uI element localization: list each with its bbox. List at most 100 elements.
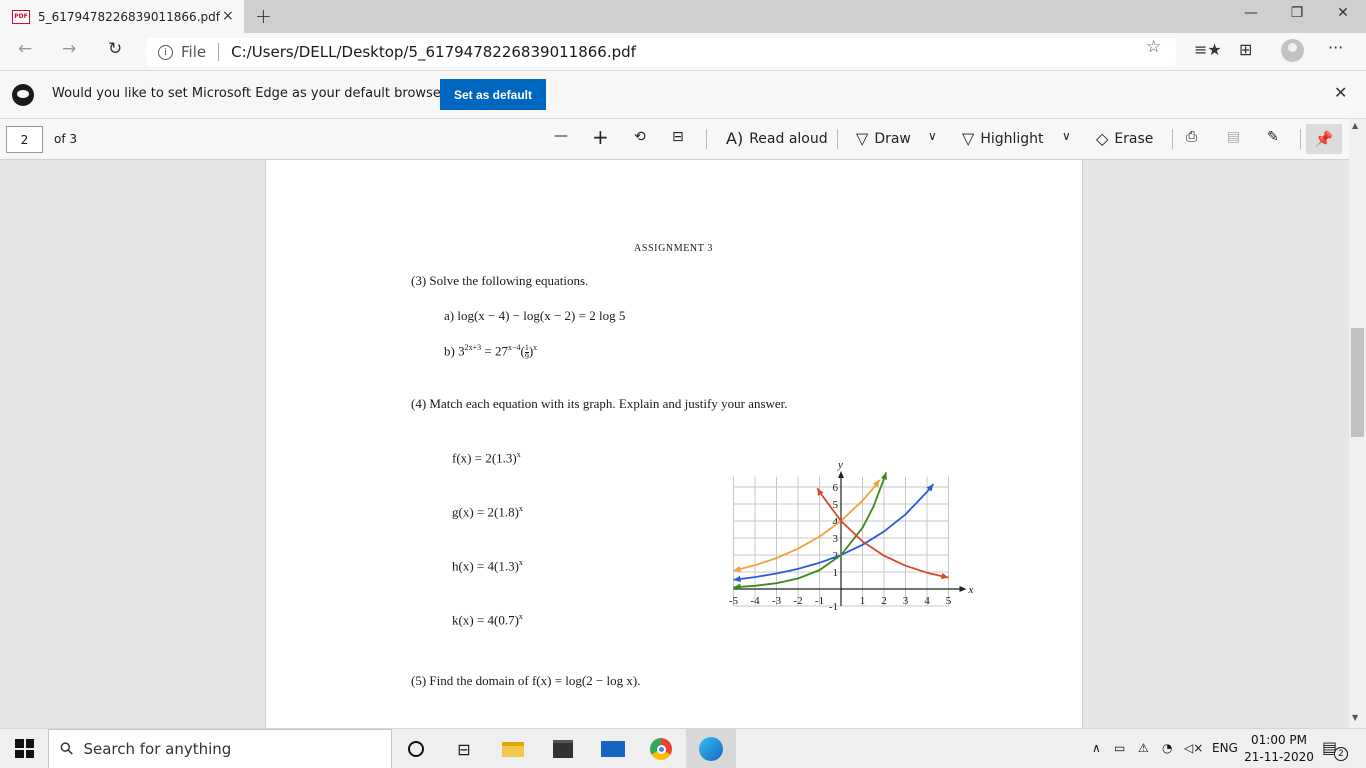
store-icon[interactable]: [550, 736, 576, 762]
read-aloud-icon: A): [726, 129, 744, 148]
y-axis-label: y: [837, 459, 843, 471]
scrollbar-thumb[interactable]: [1351, 328, 1364, 437]
highlight-button[interactable]: ▽ Highlight: [962, 129, 1044, 148]
zoom-in-button[interactable]: +: [592, 125, 609, 149]
info-icon[interactable]: i: [158, 44, 173, 60]
highlight-chevron-down-icon[interactable]: ∨: [1062, 129, 1071, 143]
back-icon[interactable]: ←: [18, 39, 32, 59]
function-h: h(x) = 4(1.3)x: [452, 558, 523, 574]
clock-time: 01:00 PM: [1251, 733, 1307, 747]
close-tab-icon[interactable]: ×: [222, 8, 234, 24]
function-k: k(x) = 4(0.7)x: [452, 612, 523, 628]
q3b-mid: = 27: [481, 343, 508, 359]
chrome-icon[interactable]: [648, 736, 674, 762]
wifi-icon[interactable]: ◔: [1162, 741, 1172, 755]
function-k-exponent: x: [518, 612, 523, 621]
edge-taskbar-icon[interactable]: [686, 729, 736, 768]
fit-page-icon[interactable]: ⊟: [672, 129, 684, 145]
function-f-exponent: x: [516, 450, 521, 459]
read-aloud-label: Read aloud: [749, 130, 828, 147]
language-indicator[interactable]: ENG: [1212, 741, 1238, 755]
show-hidden-icons-icon[interactable]: ∧: [1092, 741, 1101, 755]
draw-chevron-down-icon[interactable]: ∨: [928, 129, 937, 143]
x-tick-label: 5: [946, 595, 952, 607]
more-options-icon[interactable]: ···: [1328, 38, 1343, 57]
close-infobar-icon[interactable]: ✕: [1334, 83, 1347, 102]
task-view-icon[interactable]: ⊟: [451, 736, 477, 762]
highlight-label: Highlight: [980, 130, 1044, 147]
page-number-input[interactable]: 2: [6, 126, 43, 153]
windows-start-icon[interactable]: [15, 739, 34, 758]
y-tick-label: 6: [833, 482, 839, 494]
x-tick-label: 3: [903, 595, 909, 607]
favorite-star-icon[interactable]: ☆: [1146, 37, 1161, 57]
tab-pdf[interactable]: PDF 5_6179478226839011866.pdf ×: [0, 0, 244, 33]
default-browser-infobar: Would you like to set Microsoft Edge as …: [0, 71, 1366, 119]
edge-logo-icon: [12, 84, 34, 106]
function-f: f(x) = 2(1.3)x: [452, 450, 521, 466]
clock-date: 21-11-2020: [1244, 750, 1314, 764]
close-window-button[interactable]: ✕: [1320, 5, 1366, 21]
toolbar-divider: [1172, 129, 1173, 149]
zoom-out-button[interactable]: —: [554, 128, 568, 144]
q3b-exponent-3: x: [533, 343, 538, 352]
scroll-up-icon[interactable]: ▲: [1352, 121, 1358, 130]
q3b-exponent-1: 2x+3: [464, 343, 482, 352]
function-g: g(x) = 2(1.8)x: [452, 504, 523, 520]
battery-icon[interactable]: ▭: [1114, 741, 1125, 755]
clock[interactable]: 01:00 PM 21-11-2020: [1244, 732, 1314, 766]
cortana-icon[interactable]: [403, 736, 429, 762]
draw-label: Draw: [874, 130, 911, 147]
pdf-toolbar: 2 of 3 — + ⟲ ⊟ A) Read aloud ▽ Draw ∨ ▽ …: [0, 119, 1366, 160]
refresh-icon[interactable]: ↻: [108, 39, 122, 59]
highlight-icon: ▽: [962, 129, 975, 148]
volume-muted-icon[interactable]: ◁×: [1184, 741, 1203, 755]
read-aloud-button[interactable]: A) Read aloud: [726, 129, 828, 148]
toolbar-divider: [1300, 129, 1301, 149]
taskbar: ⚲ Search for anything ⊟ ∧ ▭ ⚠ ◔ ◁× ENG 0…: [0, 728, 1366, 768]
toolbar-divider: [706, 129, 707, 149]
restore-button[interactable]: ❐: [1274, 5, 1320, 21]
profile-avatar[interactable]: [1281, 39, 1304, 62]
x-tick-label: -3: [772, 595, 782, 607]
x-tick-label: 2: [881, 595, 887, 607]
network-warning-icon[interactable]: ⚠: [1138, 741, 1149, 755]
set-as-default-button[interactable]: Set as default: [440, 79, 546, 110]
new-tab-button[interactable]: +: [255, 4, 272, 28]
q3b-fraction: 19: [524, 343, 529, 361]
erase-label: Erase: [1114, 130, 1154, 147]
tab-strip: PDF 5_6179478226839011866.pdf × + — ❐ ✕: [0, 0, 1366, 33]
scroll-down-icon[interactable]: ▼: [1352, 713, 1358, 722]
page-header: ASSIGNMENT 3: [634, 243, 713, 254]
taskbar-search[interactable]: ⚲ Search for anything: [48, 729, 392, 768]
file-explorer-icon[interactable]: [500, 736, 526, 762]
save-icon[interactable]: ▤: [1227, 129, 1240, 145]
graph-svg: xy-5 -4 -3 -2 -1 1 2 3 4 5-1123456: [729, 459, 974, 613]
collections-icon[interactable]: ⊞: [1239, 40, 1252, 59]
pin-toolbar-icon[interactable]: 📌: [1306, 124, 1342, 154]
function-h-text: h(x) = 4(1.3): [452, 558, 519, 574]
function-k-text: k(x) = 4(0.7): [452, 612, 519, 628]
question-4: (4) Match each equation with its graph. …: [411, 396, 788, 411]
mail-icon[interactable]: [600, 736, 626, 762]
exponential-graph: x y -5 -4 -3 -2 -1 1 2 3 4 5 -1 1 2 3 4 5 6: [726, 437, 982, 627]
question-5: (5) Find the domain of f(x) = log(2 − lo…: [411, 673, 641, 688]
favorites-list-icon[interactable]: ≡★: [1194, 40, 1222, 59]
function-g-text: g(x) = 2(1.8): [452, 504, 519, 520]
minimize-button[interactable]: —: [1228, 5, 1274, 21]
y-axis-arrow-icon: [838, 471, 844, 478]
address-bar[interactable]: i File C:/Users/DELL/Desktop/5_617947822…: [146, 38, 1176, 66]
toolbar-divider: [837, 129, 838, 149]
url-text[interactable]: C:/Users/DELL/Desktop/5_6179478226839011…: [231, 43, 636, 61]
draw-button[interactable]: ▽ Draw: [856, 129, 911, 148]
print-icon[interactable]: ⎙: [1186, 129, 1197, 145]
rotate-icon[interactable]: ⟲: [634, 129, 646, 145]
draw-pen-icon: ▽: [856, 129, 869, 148]
forward-icon[interactable]: →: [62, 39, 76, 59]
eraser-icon: ◇: [1096, 129, 1109, 148]
function-h-exponent: x: [518, 558, 523, 567]
q3b-exponent-2: x−4: [507, 343, 521, 352]
save-as-icon[interactable]: ✎: [1267, 129, 1279, 145]
erase-button[interactable]: ◇ Erase: [1096, 129, 1153, 148]
tab-title: 5_6179478226839011866.pdf: [38, 9, 220, 24]
